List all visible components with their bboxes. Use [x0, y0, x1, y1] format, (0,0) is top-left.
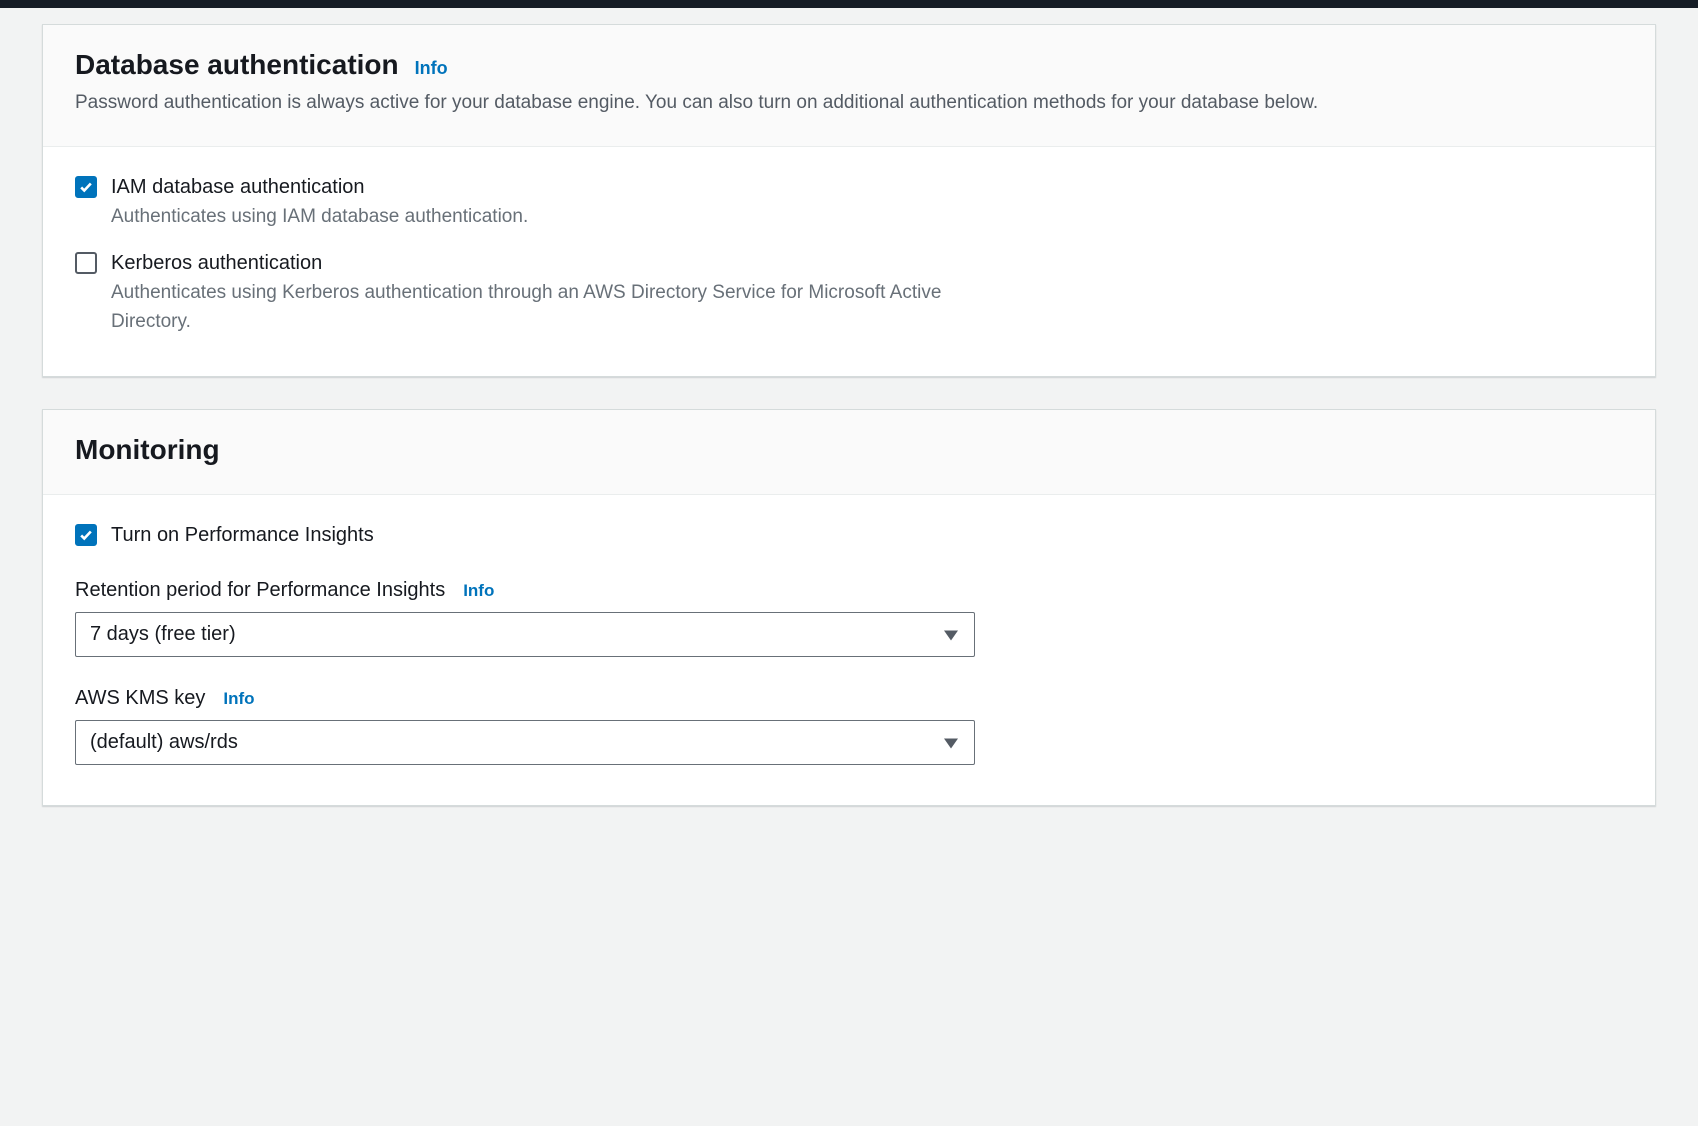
kms-label-row: AWS KMS key Info	[75, 687, 1623, 710]
panel-body-auth: IAM database authentication Authenticate…	[43, 147, 1655, 377]
kms-field: AWS KMS key Info (default) aws/rds	[75, 687, 1623, 765]
panel-description-auth: Password authentication is always active…	[75, 89, 1623, 118]
info-link-auth[interactable]: Info	[415, 58, 448, 79]
kms-select-value: (default) aws/rds	[90, 731, 238, 754]
chevron-down-icon	[944, 623, 958, 646]
page-section-title-auth: Database authentication	[75, 49, 399, 81]
main-container: Database authentication Info Password au…	[0, 8, 1698, 880]
kerberos-auth-content: Kerberos authentication Authenticates us…	[111, 249, 971, 336]
chevron-down-icon	[944, 731, 958, 754]
iam-auth-label: IAM database authentication	[111, 173, 971, 201]
top-bar	[0, 0, 1698, 8]
performance-insights-option: Turn on Performance Insights	[75, 521, 1623, 549]
panel-header-monitoring: Monitoring	[43, 410, 1655, 495]
info-link-kms[interactable]: Info	[223, 689, 254, 709]
database-authentication-panel: Database authentication Info Password au…	[42, 24, 1656, 377]
page-section-title-monitoring: Monitoring	[75, 434, 1623, 466]
check-icon	[79, 180, 93, 194]
panel-title-row: Database authentication Info	[75, 49, 1623, 81]
monitoring-panel: Monitoring Turn on Performance Insights …	[42, 409, 1656, 806]
retention-label-row: Retention period for Performance Insight…	[75, 579, 1623, 602]
performance-insights-label: Turn on Performance Insights	[111, 521, 971, 549]
kms-label: AWS KMS key	[75, 687, 205, 710]
kerberos-auth-checkbox[interactable]	[75, 252, 97, 274]
performance-insights-checkbox[interactable]	[75, 524, 97, 546]
kerberos-auth-option: Kerberos authentication Authenticates us…	[75, 249, 1623, 336]
kerberos-auth-desc: Authenticates using Kerberos authenticat…	[111, 279, 971, 336]
panel-body-monitoring: Turn on Performance Insights Retention p…	[43, 495, 1655, 805]
kerberos-auth-label: Kerberos authentication	[111, 249, 971, 277]
retention-label: Retention period for Performance Insight…	[75, 579, 445, 602]
check-icon	[79, 528, 93, 542]
retention-select[interactable]: 7 days (free tier)	[75, 612, 975, 657]
iam-auth-desc: Authenticates using IAM database authent…	[111, 203, 971, 232]
info-link-retention[interactable]: Info	[463, 581, 494, 601]
performance-insights-content: Turn on Performance Insights	[111, 521, 971, 549]
iam-auth-option: IAM database authentication Authenticate…	[75, 173, 1623, 232]
retention-field: Retention period for Performance Insight…	[75, 579, 1623, 657]
kms-select[interactable]: (default) aws/rds	[75, 720, 975, 765]
panel-header-auth: Database authentication Info Password au…	[43, 25, 1655, 147]
iam-auth-content: IAM database authentication Authenticate…	[111, 173, 971, 232]
iam-auth-checkbox[interactable]	[75, 176, 97, 198]
retention-select-value: 7 days (free tier)	[90, 623, 236, 646]
